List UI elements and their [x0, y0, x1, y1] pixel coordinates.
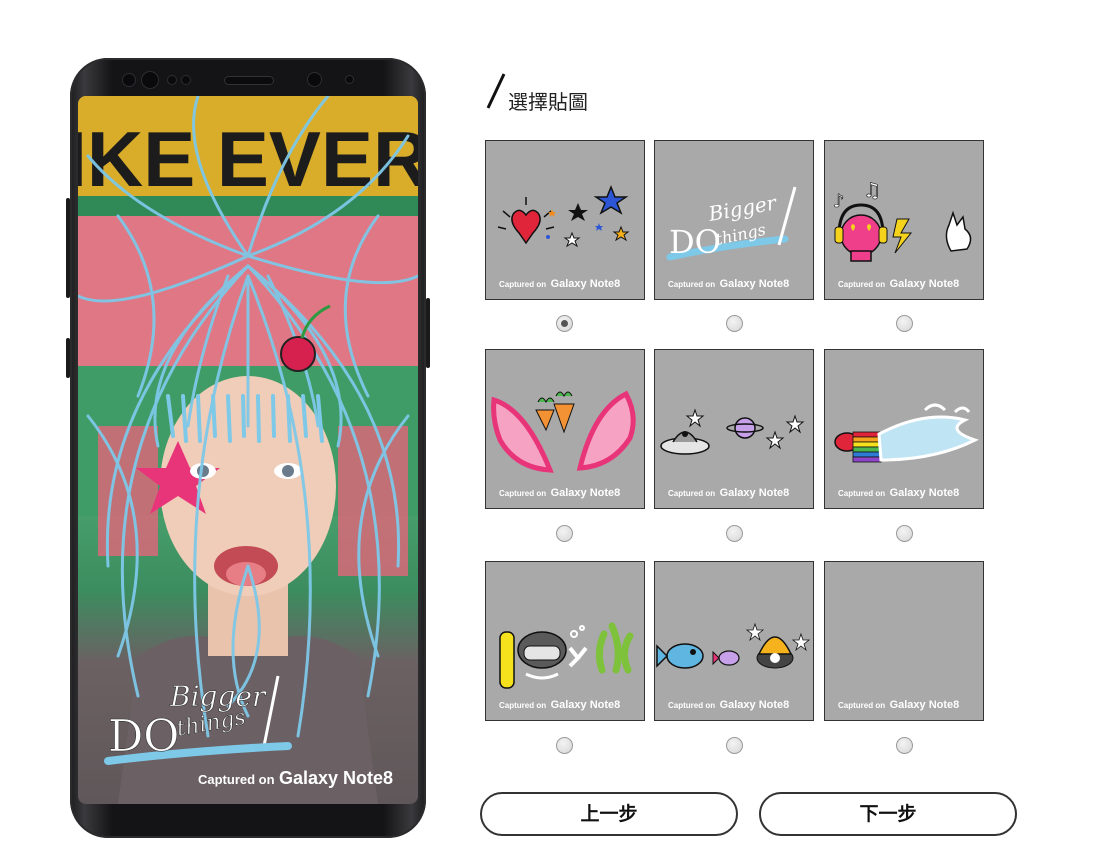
svg-text:♪: ♪ — [833, 191, 845, 212]
svg-text:♫: ♫ — [863, 178, 881, 202]
sticker-thumb-8[interactable]: Captured on Galaxy Note8 — [654, 561, 814, 721]
phone-mockup: LIKE EVERY — [66, 58, 430, 838]
thumb-caption: Captured on Galaxy Note8 — [499, 278, 621, 290]
thumb-caption: Captured on Galaxy Note8 — [838, 699, 960, 711]
thumb-caption: Captured on Galaxy Note8 — [668, 699, 790, 711]
next-step-button[interactable]: 下一步 — [759, 792, 1017, 836]
preview-caption: Captured on Galaxy Note8 — [198, 768, 393, 789]
sticker-thumb-4[interactable]: Captured on Galaxy Note8 — [485, 349, 645, 509]
power-button — [426, 298, 430, 368]
sensor-icon — [168, 76, 176, 84]
thumb-caption: Captured on Galaxy Note8 — [668, 487, 790, 499]
sticker-thumb-2[interactable]: Bigger DO things Captured on Galaxy Note… — [654, 140, 814, 300]
preview-photo: LIKE EVERY — [78, 96, 418, 804]
thumb-caption: Captured on Galaxy Note8 — [499, 487, 621, 499]
iris-scanner-icon — [142, 72, 158, 88]
sticker-radio-7[interactable] — [556, 737, 573, 754]
earpiece-speaker — [225, 77, 273, 84]
sticker-radio-1[interactable] — [556, 315, 573, 332]
sticker-bigger-text: Bigger — [169, 680, 267, 713]
sticker-radio-3[interactable] — [896, 315, 913, 332]
caption-prefix: Captured on — [198, 772, 275, 787]
prev-step-button[interactable]: 上一步 — [480, 792, 738, 836]
volume-button — [66, 198, 70, 298]
sticker-radio-2[interactable] — [726, 315, 743, 332]
preview-screen: LIKE EVERY — [78, 96, 418, 804]
sticker-thumb-6[interactable]: Captured on Galaxy Note8 — [824, 349, 984, 509]
thumb-caption: Captured on Galaxy Note8 — [668, 278, 790, 290]
caption-brand: Galaxy Note8 — [279, 768, 394, 788]
section-title: 選擇貼圖 — [508, 90, 588, 114]
thumb-caption: Captured on Galaxy Note8 — [499, 699, 621, 711]
sensor-icon — [182, 76, 190, 84]
thumb-caption: Captured on Galaxy Note8 — [838, 278, 960, 290]
sticker-thumb-3[interactable]: ♪ ♫ Captured on Galaxy Note8 — [824, 140, 984, 300]
sticker-do-text: DO — [108, 711, 179, 762]
bixby-button — [66, 338, 70, 378]
front-camera-icon — [308, 73, 321, 86]
svg-text:DO: DO — [669, 223, 721, 261]
sensor-icon — [123, 74, 135, 86]
svg-text:Bigger: Bigger — [706, 190, 780, 226]
sticker-radio-8[interactable] — [726, 737, 743, 754]
sticker-thumb-5[interactable]: Captured on Galaxy Note8 — [654, 349, 814, 509]
wall-sign-text: LIKE EVERY — [78, 115, 418, 203]
sticker-radio-4[interactable] — [556, 525, 573, 542]
sticker-thumb-1[interactable]: Captured on Galaxy Note8 — [485, 140, 645, 300]
sticker-thumb-9[interactable]: Captured on Galaxy Note8 — [824, 561, 984, 721]
sticker-thumb-7[interactable]: Captured on Galaxy Note8 — [485, 561, 645, 721]
sticker-radio-6[interactable] — [896, 525, 913, 542]
sticker-radio-9[interactable] — [896, 737, 913, 754]
sticker-radio-5[interactable] — [726, 525, 743, 542]
sensor-icon — [346, 76, 353, 83]
thumb-caption: Captured on Galaxy Note8 — [838, 487, 960, 499]
